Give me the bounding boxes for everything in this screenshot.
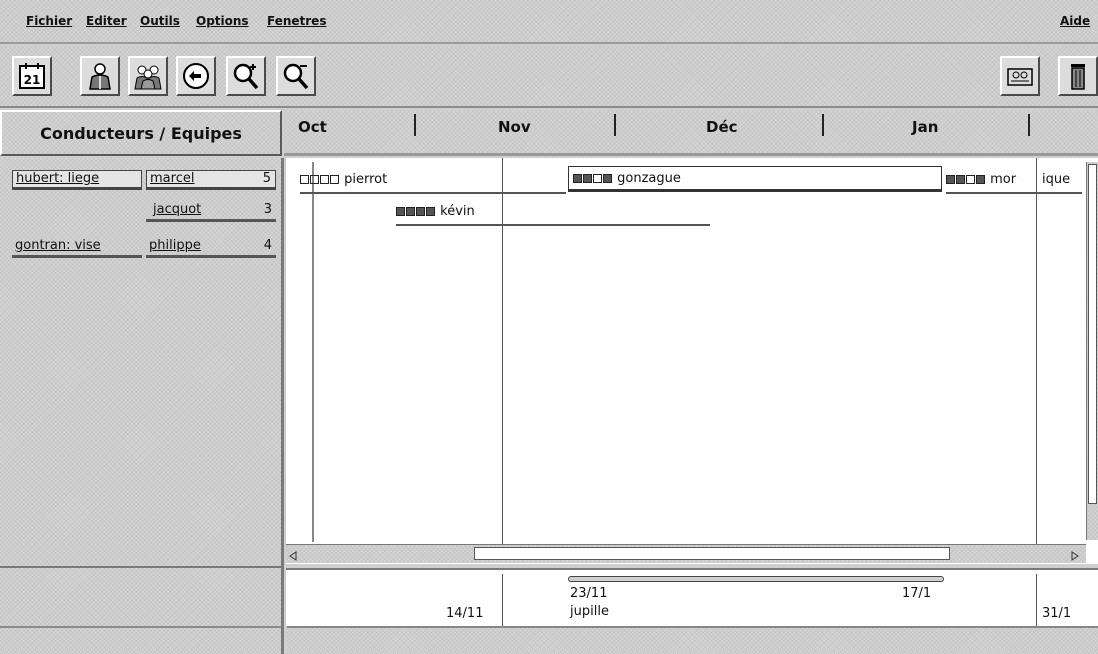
- person-icon: [89, 63, 111, 90]
- driver-count: 4: [263, 238, 272, 253]
- team-button[interactable]: [128, 56, 168, 96]
- zoom-out-icon: [283, 63, 309, 90]
- menu-editer[interactable]: Editer: [86, 14, 127, 28]
- assignment-bar[interactable]: mor: [946, 170, 1038, 194]
- vertical-scroll-thumb[interactable]: [1088, 164, 1097, 504]
- assign-icon: [1007, 68, 1033, 86]
- menu-outils[interactable]: Outils: [140, 14, 180, 28]
- month-nov: Nov: [498, 118, 531, 136]
- assignment-bar[interactable]: pierrot: [300, 170, 566, 194]
- grid-line: [1036, 158, 1037, 544]
- driver-name: jacquot: [153, 202, 202, 217]
- compass-icon: [183, 63, 209, 89]
- driver-count: 3: [263, 202, 272, 217]
- left-footer-panel: [0, 566, 284, 626]
- driver-button[interactable]: [80, 56, 120, 96]
- assign-button[interactable]: [1000, 56, 1040, 96]
- month-separator: [614, 114, 616, 136]
- calendar-day: 21: [24, 73, 41, 87]
- month-separator: [822, 114, 824, 136]
- bar-label: kévin: [396, 204, 475, 219]
- bar-label: mor: [946, 172, 1016, 187]
- today-line: [312, 162, 314, 542]
- driver-name: marcel: [150, 171, 195, 186]
- date-label: 23/11: [570, 586, 608, 601]
- vertical-scrollbar[interactable]: [1086, 162, 1098, 540]
- menu-aide[interactable]: Aide: [1060, 14, 1090, 28]
- timeline-footer: 14/11 23/11 jupille 17/1 31/1: [286, 568, 1098, 628]
- menu-fichier[interactable]: Fichier: [26, 14, 72, 28]
- grid-line: [502, 574, 503, 628]
- grid-line: [1036, 574, 1037, 628]
- drivers-teams-panel: hubert: liege marcel 5 jacquot 3 gontran…: [0, 158, 284, 566]
- range-bar[interactable]: [568, 576, 944, 582]
- navigate-button[interactable]: [176, 56, 216, 96]
- month-jan: Jan: [912, 118, 939, 136]
- month-dec: Déc: [706, 118, 738, 136]
- status-bar-right: [287, 626, 1098, 654]
- assignment-bar[interactable]: gonzague: [568, 166, 942, 192]
- team-chip-hubert[interactable]: hubert: liege: [12, 170, 142, 190]
- date-label: 14/11: [446, 606, 484, 621]
- month-separator: [1028, 114, 1030, 136]
- zoom-in-icon: [233, 63, 259, 90]
- bar-label: gonzague: [573, 171, 681, 186]
- horizontal-scroll-thumb[interactable]: [474, 547, 950, 560]
- driver-chip-philippe[interactable]: philippe 4: [146, 238, 276, 258]
- assignment-bar[interactable]: kévin: [396, 202, 710, 226]
- calendar-button[interactable]: 21: [12, 56, 52, 96]
- bar-label: pierrot: [300, 172, 387, 187]
- zoom-out-button[interactable]: [276, 56, 316, 96]
- month-separator: [414, 114, 416, 136]
- driver-count: 5: [262, 171, 271, 186]
- zoom-in-button[interactable]: [226, 56, 266, 96]
- driver-chip-jacquot[interactable]: jacquot 3: [146, 202, 276, 222]
- timeline-header: [284, 110, 1098, 156]
- date-label: 31/1: [1042, 606, 1072, 621]
- trash-button[interactable]: [1058, 56, 1098, 96]
- driver-name: philippe: [149, 238, 201, 253]
- driver-chip-marcel[interactable]: marcel 5: [146, 170, 276, 190]
- month-oct: Oct: [298, 118, 327, 136]
- right-arrow-icon: [1071, 551, 1079, 561]
- calendar-icon: 21: [19, 63, 45, 89]
- scroll-left-arrow[interactable]: [288, 548, 298, 561]
- horizontal-scrollbar[interactable]: [286, 544, 1086, 563]
- toolbar: 21: [0, 46, 1098, 108]
- menu-fenetres[interactable]: Fenetres: [267, 14, 326, 28]
- status-bar-left: [0, 626, 284, 654]
- drivers-teams-header: Conducteurs / Equipes: [0, 110, 282, 156]
- scroll-right-arrow[interactable]: [1070, 548, 1080, 561]
- menu-bar: Fichier Editer Outils Options Fenetres A…: [0, 0, 1098, 44]
- group-icon: [134, 65, 162, 90]
- assignment-bar[interactable]: ique: [1038, 170, 1082, 194]
- team-chip-gontran[interactable]: gontran: vise: [12, 238, 142, 258]
- left-arrow-icon: [289, 551, 297, 561]
- trash-icon: [1071, 64, 1085, 90]
- bar-label: ique: [1042, 172, 1071, 187]
- timeline-canvas[interactable]: pierrot gonzague mor ique kévin: [286, 158, 1098, 564]
- menu-options[interactable]: Options: [196, 14, 249, 28]
- location-label: jupille: [570, 604, 609, 619]
- date-label: 17/1: [902, 586, 932, 601]
